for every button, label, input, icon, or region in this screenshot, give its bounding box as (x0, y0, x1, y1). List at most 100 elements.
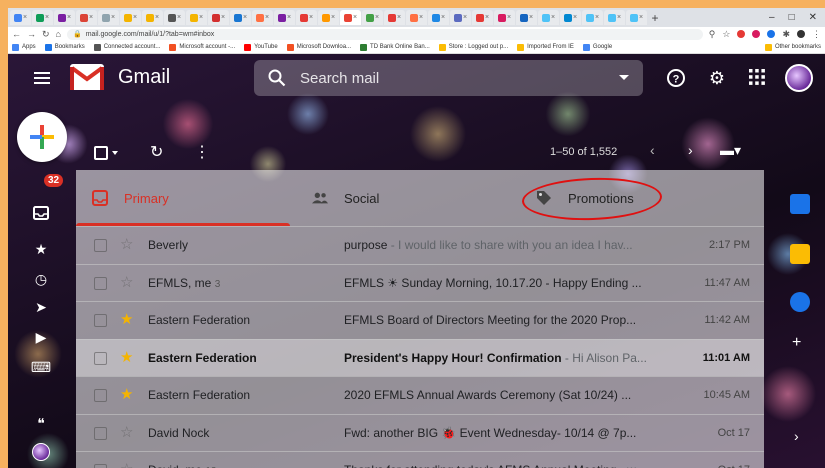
browser-tab[interactable]: × (98, 10, 119, 25)
tab-social[interactable]: Social (312, 170, 512, 226)
browser-tab[interactable]: × (604, 10, 625, 25)
gmail-logo[interactable] (70, 64, 104, 90)
email-checkbox[interactable] (94, 426, 107, 440)
forward-icon[interactable]: → (27, 29, 36, 39)
show-panel-icon[interactable]: › (794, 428, 799, 444)
tab-close-icon[interactable]: × (573, 14, 577, 21)
extension-red-icon[interactable] (737, 30, 746, 38)
browser-tab[interactable]: × (560, 10, 581, 25)
email-row[interactable]: ☆ David, me 12 Thanks for attending today'… (76, 451, 764, 468)
tab-close-icon[interactable]: × (617, 14, 621, 21)
browser-tab[interactable]: × (384, 10, 405, 25)
bookmark-item[interactable]: Microsoft account -... (169, 43, 235, 51)
bookmark-item[interactable]: Store : Logged out p... (438, 43, 508, 51)
account-avatar[interactable] (785, 64, 813, 92)
tab-close-icon[interactable]: × (133, 14, 137, 21)
tab-close-icon[interactable]: × (353, 14, 357, 21)
add-addon-icon[interactable]: + (792, 334, 801, 352)
browser-menu-icon[interactable]: ⋮ (812, 29, 821, 40)
bookmark-item[interactable]: YouTube (244, 43, 278, 51)
tab-close-icon[interactable]: × (485, 14, 489, 21)
keep-icon[interactable] (790, 244, 810, 264)
tab-close-icon[interactable]: × (221, 14, 225, 21)
tab-close-icon[interactable]: × (243, 14, 247, 21)
other-bookmarks[interactable]: Other bookmarks (764, 43, 821, 51)
new-tab-button[interactable]: + (648, 11, 662, 25)
nav-snoozed-icon[interactable]: ◷ (28, 268, 54, 290)
previous-page-icon[interactable]: ‹ (650, 142, 655, 158)
tab-close-icon[interactable]: × (551, 14, 555, 21)
tasks-icon[interactable] (790, 292, 810, 312)
star-icon[interactable]: ☆ (120, 235, 133, 253)
zoom-icon[interactable]: ⚲ (709, 29, 716, 40)
search-input[interactable] (300, 69, 600, 87)
maximize-window-button[interactable]: □ (789, 12, 795, 23)
star-icon[interactable]: ☆ (120, 423, 133, 441)
more-options-icon[interactable]: ⋮ (194, 142, 210, 162)
email-checkbox[interactable] (94, 314, 107, 327)
settings-gear-icon[interactable]: ⚙ (706, 68, 728, 88)
tab-close-icon[interactable]: × (309, 14, 313, 21)
minimize-window-button[interactable]: – (769, 12, 775, 23)
browser-tab[interactable]: × (582, 10, 603, 25)
email-checkbox[interactable] (94, 389, 107, 402)
browser-tab[interactable]: × (450, 10, 471, 25)
star-icon[interactable]: ☆ (120, 273, 133, 291)
tab-close-icon[interactable]: × (375, 14, 379, 21)
calendar-icon[interactable] (790, 194, 810, 214)
apps-grid-icon[interactable] (746, 68, 768, 90)
bookmark-item[interactable]: Imported From IE (517, 43, 574, 51)
browser-tab[interactable]: × (626, 10, 647, 25)
browser-tab[interactable]: × (296, 10, 317, 25)
tab-close-icon[interactable]: × (23, 14, 27, 21)
browser-tab[interactable]: × (164, 10, 185, 25)
browser-tab[interactable]: × (120, 10, 141, 25)
compose-button[interactable] (17, 112, 67, 162)
browser-tab[interactable]: × (208, 10, 229, 25)
browser-tab[interactable]: × (32, 10, 53, 25)
email-checkbox[interactable] (94, 276, 107, 290)
browser-tab[interactable]: × (230, 10, 251, 25)
star-icon[interactable]: ★ (120, 385, 133, 403)
input-tools-icon[interactable]: ▬▾ (720, 142, 741, 159)
tab-close-icon[interactable]: × (265, 14, 269, 21)
browser-tab[interactable]: × (274, 10, 295, 25)
browser-tab[interactable]: × (54, 10, 75, 25)
tab-close-icon[interactable]: × (287, 14, 291, 21)
help-icon[interactable]: ? (665, 68, 687, 92)
reload-icon[interactable]: ↻ (42, 29, 50, 40)
browser-tab[interactable]: × (10, 10, 31, 25)
home-icon[interactable]: ⌂ (56, 29, 61, 39)
email-checkbox[interactable] (94, 464, 107, 468)
browser-tab[interactable]: × (516, 10, 537, 25)
tab-close-icon[interactable]: × (177, 14, 181, 21)
puzzle-icon[interactable]: ✱ (782, 29, 790, 40)
browser-tab[interactable]: × (538, 10, 559, 25)
star-icon[interactable]: ☆ (120, 460, 133, 468)
email-checkbox[interactable] (94, 351, 107, 365)
search-icon[interactable] (268, 69, 286, 87)
browser-tab[interactable]: × (362, 10, 383, 25)
email-row[interactable]: ☆ David Nock Fwd: another BIG 🐞 Event Wedn… (76, 413, 764, 452)
tab-close-icon[interactable]: × (595, 14, 599, 21)
star-icon[interactable]: ★ (120, 310, 133, 328)
email-row[interactable]: ★ Eastern Federation EFMLS Board of Direct… (76, 301, 764, 339)
email-row[interactable]: ☆ Beverly purpose - I would like to share … (76, 226, 764, 264)
bookmark-item[interactable]: Microsoft Downloa... (286, 43, 351, 51)
extension-blue-icon[interactable] (767, 30, 776, 38)
bookmark-item[interactable]: TD Bank Online Ban... (360, 43, 430, 51)
tab-close-icon[interactable]: × (441, 14, 445, 21)
tab-close-icon[interactable]: × (397, 14, 401, 21)
nav-keyboard-icon[interactable]: ⌨ (28, 356, 54, 378)
tab-close-icon[interactable]: × (529, 14, 533, 21)
nav-hangouts-avatar[interactable] (28, 440, 54, 462)
back-icon[interactable]: ← (12, 29, 21, 39)
tab-close-icon[interactable]: × (45, 14, 49, 21)
bookmark-star-icon[interactable]: ☆ (722, 29, 730, 40)
browser-tab[interactable]: × (406, 10, 427, 25)
tab-close-icon[interactable]: × (463, 14, 467, 21)
refresh-icon[interactable]: ↻ (150, 142, 163, 162)
nav-sent-icon[interactable]: ➤ (28, 296, 54, 318)
tab-close-icon[interactable]: × (67, 14, 71, 21)
profile-icon[interactable] (797, 30, 805, 38)
